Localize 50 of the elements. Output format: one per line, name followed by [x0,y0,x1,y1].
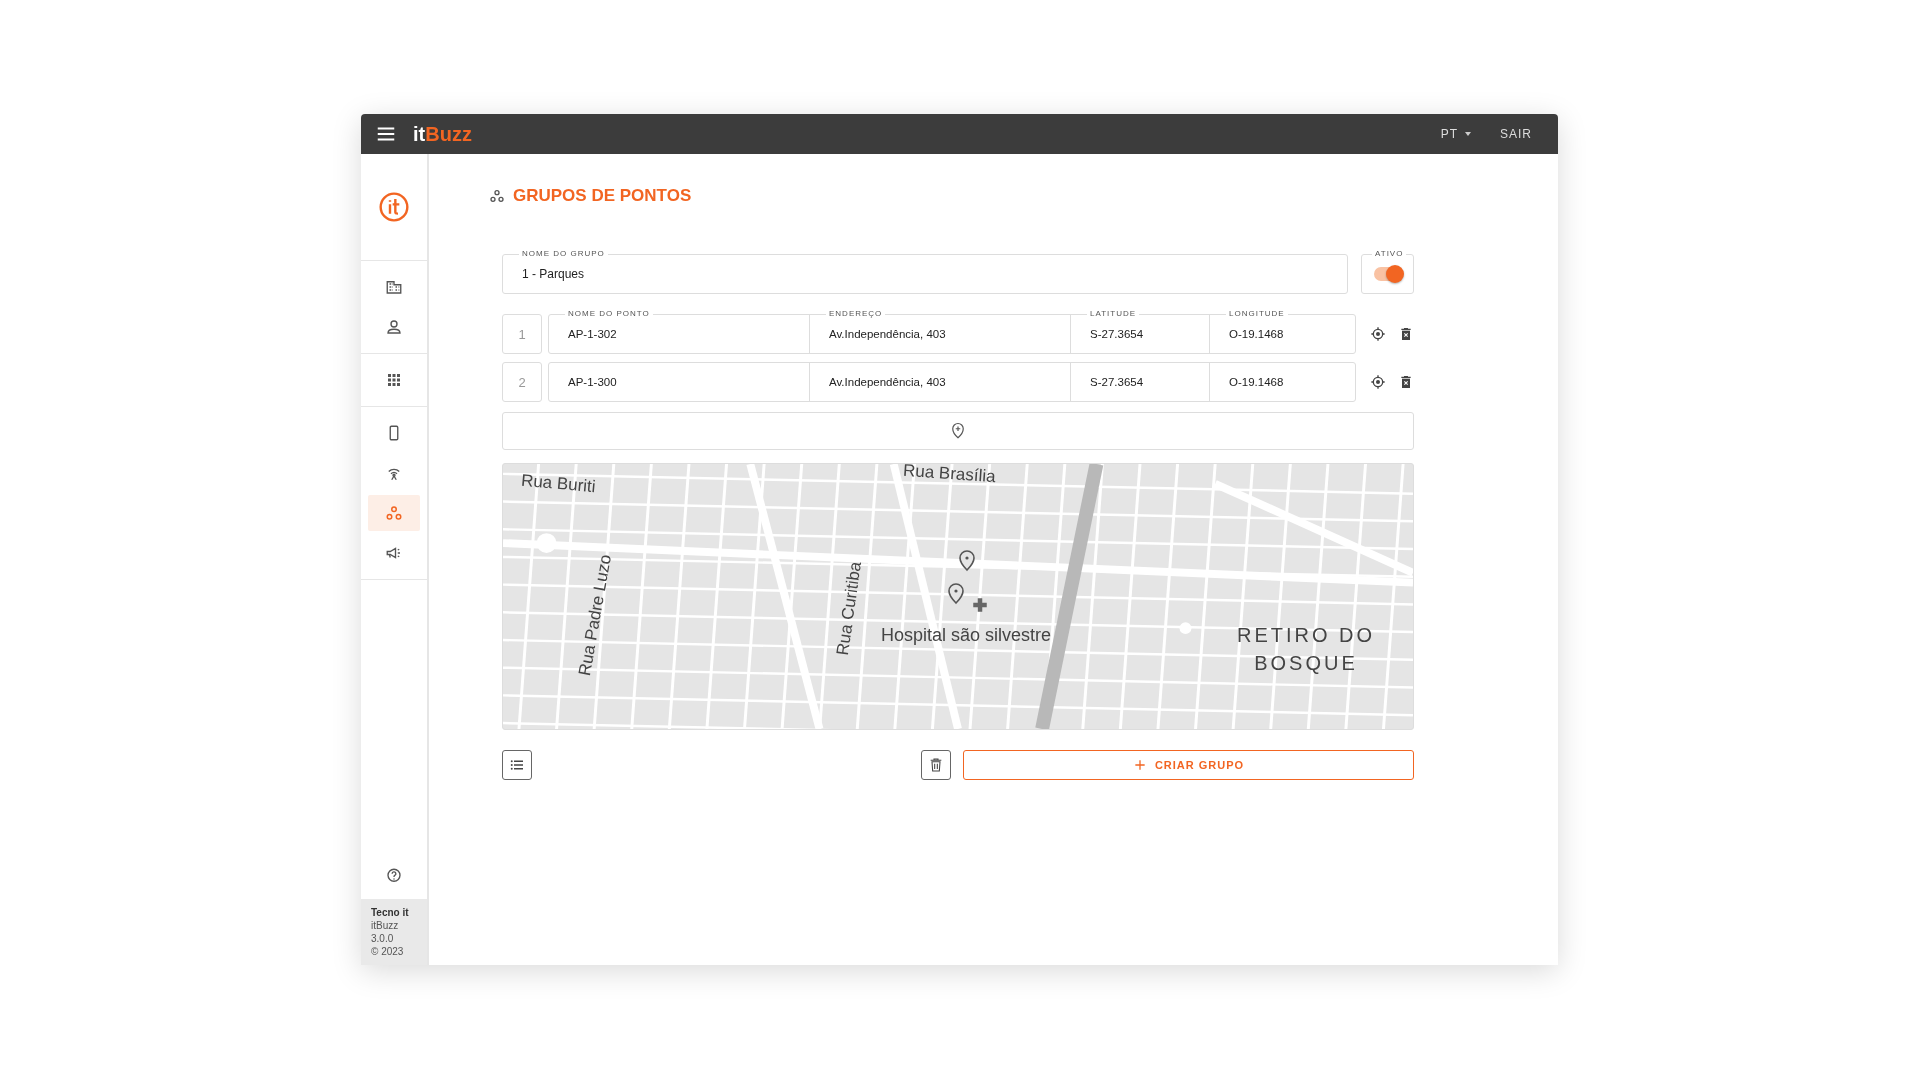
list-button[interactable] [502,750,532,780]
language-button[interactable]: PT [1434,123,1478,145]
apps-grid-icon [385,371,403,389]
delete-button[interactable] [921,750,951,780]
app-logo: itBuzz [413,122,472,146]
active-toggle[interactable] [1373,267,1402,281]
hospital-cross-icon [971,596,989,614]
input-field[interactable]: Av.Independência, 403 [829,376,946,388]
person-icon [385,318,403,336]
trash-icon [928,757,944,773]
caret-icon[interactable] [1464,130,1472,138]
map-label: Rua Buriti [520,470,597,498]
company-name: Tecno it [371,906,410,919]
input-field[interactable]: AP-1-302 [568,328,617,340]
delete-icon[interactable] [1398,374,1414,390]
building-icon [385,278,403,296]
map-label: RETIRO DO BOSQUE [1235,623,1377,676]
map-label: Hospital são silvestre [881,625,1052,645]
locate-icon[interactable] [1370,326,1386,342]
map-label: Rua Padre Luzo [575,553,617,678]
help-icon[interactable] [385,867,403,885]
input-field[interactable]: AP-1-300 [568,376,617,388]
column-label: LATITUDE [1087,309,1140,319]
input-field[interactable]: O-19.1468 [1229,376,1284,388]
plus-icon [1132,758,1147,772]
input-field[interactable]: S-27.3654 [1090,376,1144,388]
points-group-icon [385,504,403,522]
field-label: NOME DO GRUPO [519,249,608,259]
points-group-icon [489,188,505,204]
brand-logo-icon [378,191,410,223]
column-label: ENDEREÇO [826,309,886,319]
locate-icon[interactable] [1370,374,1386,390]
map-label: Rua Brasília [902,464,997,488]
version-text: 3.0.0 [371,932,395,945]
input-field[interactable]: Av.Independência, 403 [829,328,946,340]
input-field[interactable]: O-19.1468 [1229,328,1284,340]
input-field[interactable]: S-27.3654 [1090,328,1144,340]
product-name: itBuzz [371,919,400,932]
map-label: Rua Curitiba [833,560,866,657]
copyright-text: © 2023 [371,945,405,958]
page-title: GRUPOS DE PONTOS [513,186,692,206]
logout-button[interactable]: SAIR [1494,123,1538,145]
column-label: LONGITUDE [1226,309,1288,319]
row-number: 1 [502,314,542,354]
add-location-icon[interactable] [949,422,967,440]
column-label: NOME DO PONTO [565,309,653,319]
delete-icon[interactable] [1398,326,1414,342]
field-label: ATIVO [1372,249,1407,259]
row-number: 2 [502,362,542,402]
map[interactable]: Rua Brasília Rua Buriti Rua Padre Luzo Rua Curitiba Hospital são silvestre RETIRO DO BOSQUE [502,463,1414,730]
